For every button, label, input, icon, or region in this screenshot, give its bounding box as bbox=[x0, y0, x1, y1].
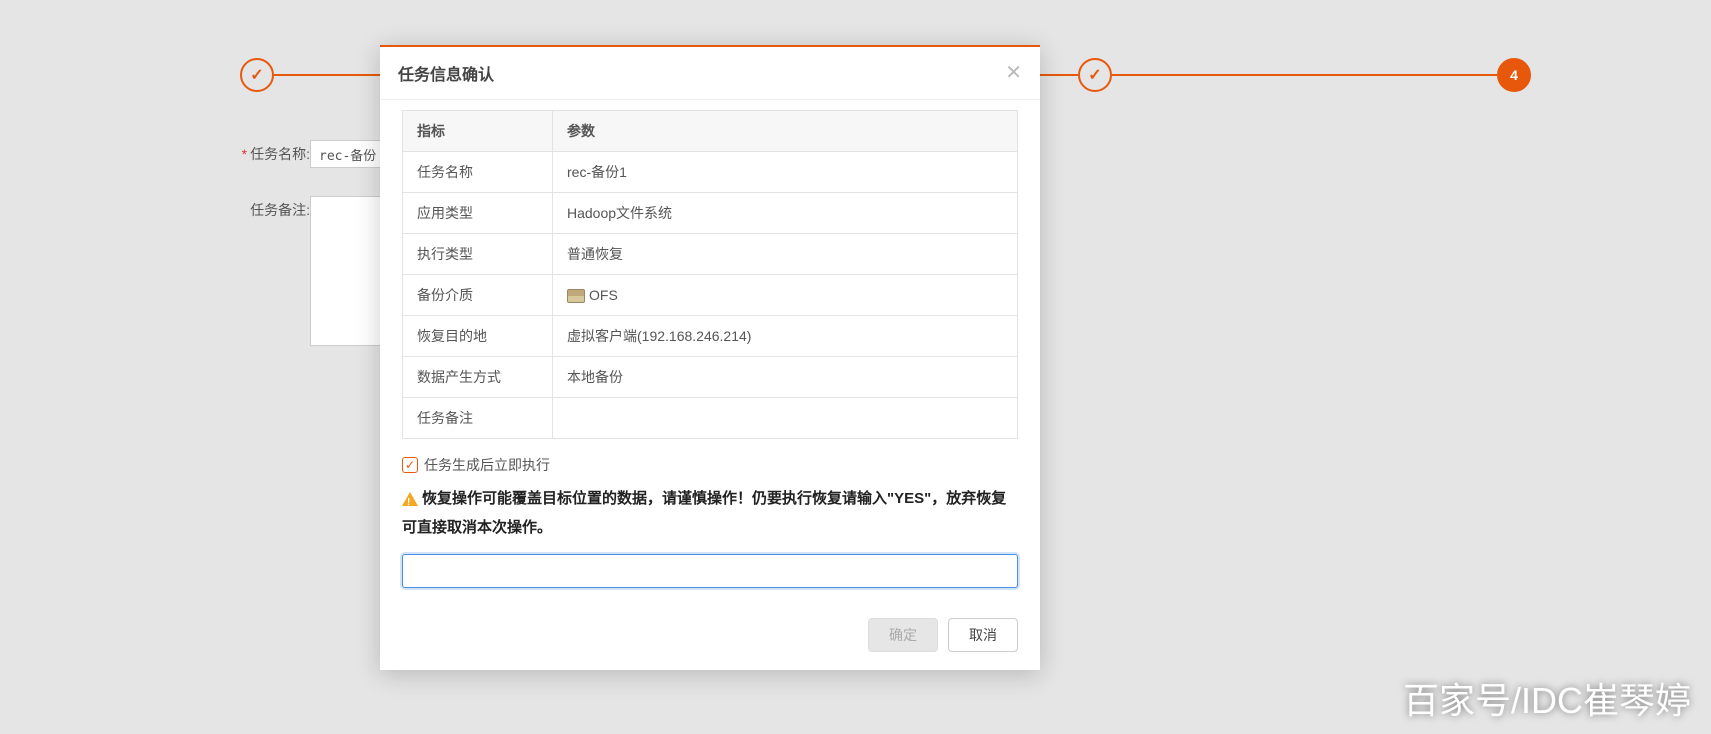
cell-key: 恢复目的地 bbox=[403, 316, 553, 357]
cell-val: Hadoop文件系统 bbox=[553, 193, 1018, 234]
cell-val: 本地备份 bbox=[553, 357, 1018, 398]
table-row: 任务名称rec-备份1 bbox=[403, 152, 1018, 193]
modal-title: 任务信息确认 bbox=[398, 61, 494, 85]
info-table: 指标 参数 任务名称rec-备份1 应用类型Hadoop文件系统 执行类型普通恢… bbox=[402, 110, 1018, 439]
warning-text: 恢复操作可能覆盖目标位置的数据，请谨慎操作！仍要执行恢复请输入"YES"，放弃恢… bbox=[402, 485, 1018, 542]
table-row: 备份介质OFS bbox=[403, 275, 1018, 316]
table-row: 执行类型普通恢复 bbox=[403, 234, 1018, 275]
table-row: 任务备注 bbox=[403, 398, 1018, 439]
cell-val: OFS bbox=[553, 275, 1018, 316]
modal-body: 指标 参数 任务名称rec-备份1 应用类型Hadoop文件系统 执行类型普通恢… bbox=[380, 100, 1040, 606]
table-row: 应用类型Hadoop文件系统 bbox=[403, 193, 1018, 234]
watermark-credit: 百家号/IDC崔琴婷 bbox=[1403, 672, 1691, 724]
warning-icon bbox=[402, 492, 418, 506]
table-header-row: 指标 参数 bbox=[403, 111, 1018, 152]
checkbox-checked-icon[interactable] bbox=[402, 457, 418, 473]
cell-val: rec-备份1 bbox=[553, 152, 1018, 193]
cell-key: 应用类型 bbox=[403, 193, 553, 234]
execute-immediately-row[interactable]: 任务生成后立即执行 bbox=[402, 455, 1018, 475]
cell-val bbox=[553, 398, 1018, 439]
ok-button[interactable]: 确定 bbox=[868, 618, 938, 652]
header-val: 参数 bbox=[553, 111, 1018, 152]
execute-immediately-label: 任务生成后立即执行 bbox=[424, 455, 550, 475]
table-row: 数据产生方式本地备份 bbox=[403, 357, 1018, 398]
disk-icon bbox=[567, 289, 585, 303]
cell-key: 数据产生方式 bbox=[403, 357, 553, 398]
cell-val: 虚拟客户端(192.168.246.214) bbox=[553, 316, 1018, 357]
close-icon: ✕ bbox=[1005, 62, 1022, 84]
cell-key: 任务名称 bbox=[403, 152, 553, 193]
cell-key: 备份介质 bbox=[403, 275, 553, 316]
cell-val: 普通恢复 bbox=[553, 234, 1018, 275]
table-row: 恢复目的地虚拟客户端(192.168.246.214) bbox=[403, 316, 1018, 357]
confirm-modal: 任务信息确认 ✕ 指标 参数 任务名称rec-备份1 应用类型Hadoop文件系… bbox=[380, 45, 1040, 670]
header-key: 指标 bbox=[403, 111, 553, 152]
cancel-button[interactable]: 取消 bbox=[948, 618, 1018, 652]
cell-key: 任务备注 bbox=[403, 398, 553, 439]
confirm-yes-input[interactable] bbox=[402, 554, 1018, 588]
modal-header: 任务信息确认 ✕ bbox=[380, 47, 1040, 100]
modal-footer: 确定 取消 bbox=[380, 606, 1040, 670]
cell-key: 执行类型 bbox=[403, 234, 553, 275]
close-button[interactable]: ✕ bbox=[1005, 63, 1022, 83]
